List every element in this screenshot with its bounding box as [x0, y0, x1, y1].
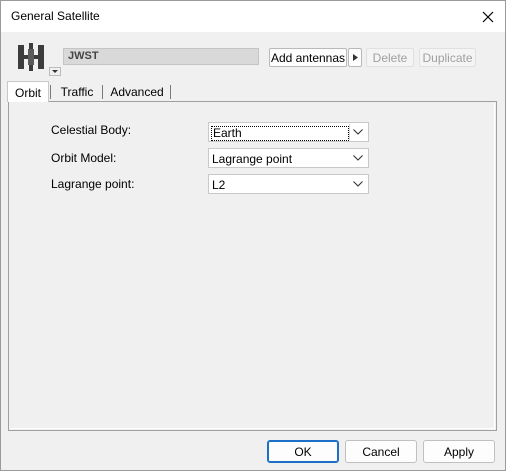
cancel-button[interactable]: Cancel [345, 440, 417, 463]
celestial-body-select[interactable]: Earth [208, 122, 369, 142]
chevron-down-icon [353, 155, 363, 161]
tab-traffic[interactable]: Traffic [53, 81, 101, 101]
satellite-icon[interactable] [16, 41, 46, 73]
orbit-panel: Celestial Body: Earth Orbit Model: Lagra… [8, 101, 497, 431]
chevron-down-icon [353, 129, 363, 135]
orbit-model-value: Lagrange point [212, 152, 293, 166]
select-divider [349, 124, 350, 140]
tab-orbit[interactable]: Orbit [7, 81, 49, 102]
celestial-body-label: Celestial Body: [51, 123, 132, 137]
duplicate-button[interactable]: Duplicate [419, 48, 476, 67]
lagrange-point-label: Lagrange point: [51, 177, 135, 191]
apply-button[interactable]: Apply [423, 440, 495, 463]
title-bar: General Satellite [1, 1, 505, 32]
tab-divider [170, 85, 171, 99]
add-antennas-menu-button[interactable] [348, 48, 362, 67]
tab-divider [102, 85, 103, 99]
close-button[interactable] [471, 1, 505, 32]
satellite-name-field[interactable]: JWST [63, 48, 259, 65]
orbit-model-label: Orbit Model: [51, 151, 117, 165]
general-satellite-dialog: General Satellite JWST Add antennas Dele… [0, 0, 506, 471]
add-antennas-button[interactable]: Add antennas [269, 48, 347, 67]
lagrange-point-value: L2 [212, 178, 226, 192]
orbit-panel-body: Celestial Body: Earth Orbit Model: Lagra… [10, 103, 495, 429]
close-icon [482, 11, 494, 22]
chevron-down-icon [353, 181, 363, 187]
ok-button[interactable]: OK [267, 440, 339, 463]
orbit-model-select[interactable]: Lagrange point [208, 148, 369, 168]
window-title: General Satellite [11, 9, 100, 23]
celestial-body-value: Earth [211, 126, 349, 141]
lagrange-point-select[interactable]: L2 [208, 174, 369, 194]
tab-advanced[interactable]: Advanced [105, 81, 169, 101]
delete-button[interactable]: Delete [366, 48, 414, 67]
tab-divider [50, 85, 51, 99]
icon-chevron-down-icon[interactable] [49, 67, 61, 76]
chevron-right-icon [352, 54, 358, 61]
